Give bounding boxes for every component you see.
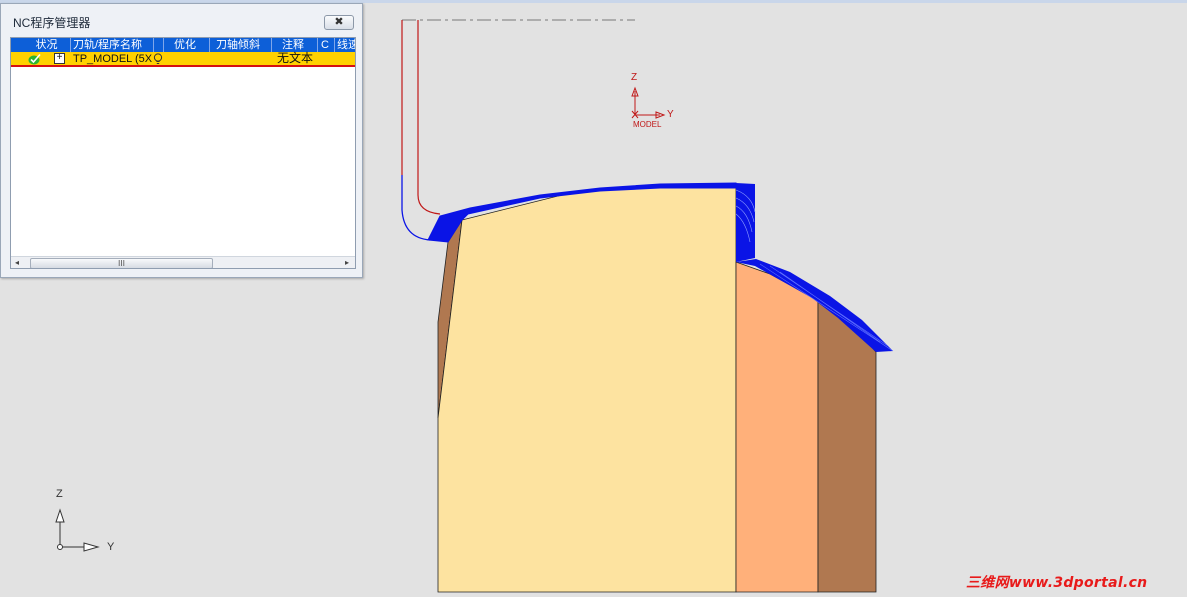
tool-tip-arc bbox=[401, 175, 431, 241]
nc-list-header: 状况 刀轨/程序名称 优化 刀轴倾斜 注释 C 线速 bbox=[11, 38, 355, 52]
column-header-name[interactable]: 刀轨/程序名称 bbox=[70, 38, 153, 52]
program-name[interactable]: TP_MODEL (5X bbox=[73, 53, 152, 66]
nc-manager-title: NC程序管理器 bbox=[13, 16, 91, 30]
nc-program-list[interactable]: 状况 刀轨/程序名称 优化 刀轴倾斜 注释 C 线速 + TP_MODEL (5… bbox=[10, 37, 356, 269]
column-header-comment[interactable]: 注释 bbox=[271, 38, 317, 52]
nc-program-row[interactable]: + TP_MODEL (5X 无文本 bbox=[11, 52, 355, 67]
column-header-blank[interactable] bbox=[153, 38, 163, 52]
model-axis-label: MODEL bbox=[633, 120, 662, 129]
world-axis-y-label: Y bbox=[107, 541, 115, 553]
horizontal-scrollbar[interactable]: ◂ III ▸ bbox=[11, 256, 355, 268]
part-mid-face bbox=[735, 261, 819, 593]
tool-outline bbox=[401, 20, 441, 215]
scroll-right-arrow-icon[interactable]: ▸ bbox=[345, 257, 349, 268]
column-header-optimize[interactable]: 优化 bbox=[163, 38, 209, 52]
world-coordinate-triad: Z Y bbox=[55, 488, 115, 553]
toolpath-corner-fan bbox=[736, 183, 755, 262]
column-header-c[interactable]: C bbox=[317, 38, 334, 52]
model-coordinate-system: Z Y MODEL bbox=[631, 72, 674, 129]
world-axis-z-label: Z bbox=[56, 488, 63, 500]
nc-manager-close-button[interactable]: ✖ bbox=[324, 15, 354, 30]
watermark-text: 三维网www.3dportal.cn bbox=[966, 575, 1148, 591]
part-front-face bbox=[437, 185, 737, 593]
nc-program-manager-panel[interactable]: NC程序管理器 ✖ 状况 刀轨/程序名称 优化 刀轴倾斜 注释 C 线速 + T… bbox=[0, 3, 363, 278]
column-header-speed[interactable]: 线速 bbox=[334, 38, 355, 52]
column-header-status[interactable]: 状况 bbox=[11, 38, 70, 52]
check-icon bbox=[28, 53, 41, 65]
scrollbar-thumb[interactable]: III bbox=[30, 258, 213, 268]
model-axis-y-label: Y bbox=[667, 109, 674, 120]
model-axis-z-label: Z bbox=[631, 72, 637, 83]
column-header-tool-axis-tilt[interactable]: 刀轴倾斜 bbox=[209, 38, 271, 52]
lightbulb-icon[interactable] bbox=[153, 53, 163, 65]
program-comment: 无文本 bbox=[277, 51, 314, 65]
scroll-left-arrow-icon[interactable]: ◂ bbox=[15, 257, 19, 268]
expand-toggle[interactable]: + bbox=[54, 53, 65, 64]
